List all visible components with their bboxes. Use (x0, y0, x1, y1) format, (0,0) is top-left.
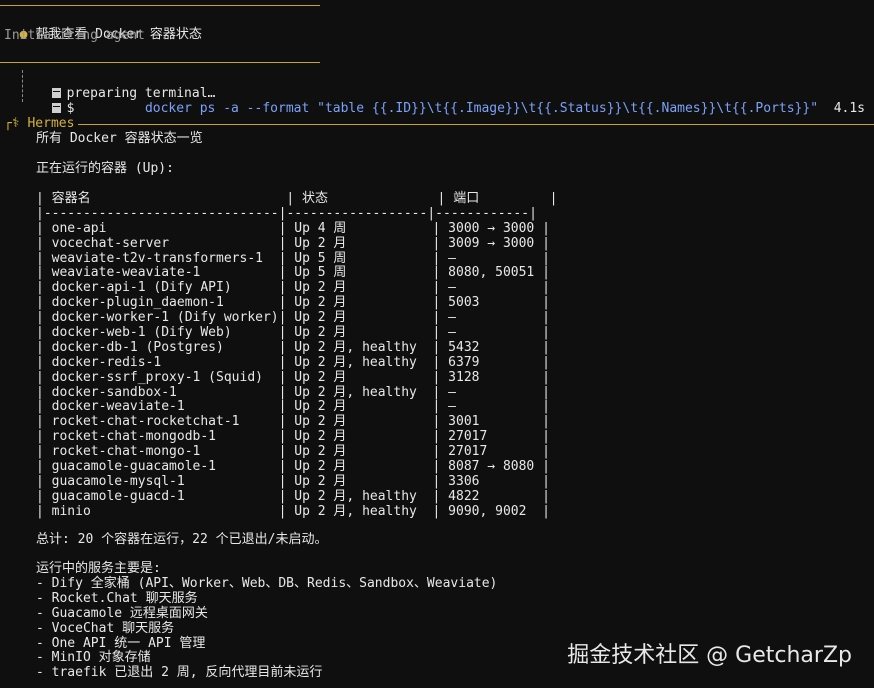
list-item: - One API 统一 API 管理 (36, 635, 206, 651)
list-item: - Dify 全家桶 (API、Worker、Web、DB、Redis、Sand… (36, 576, 498, 591)
hermes-top-border (5, 124, 874, 125)
table-row: | minio | Up 2 月, healthy | 9090, 9002 | (36, 503, 550, 519)
table-row: | docker-db-1 (Postgres) | Up 2 月, healt… (36, 339, 550, 355)
table-row: | rocket-chat-rocketchat-1 | Up 2 月 | 30… (36, 414, 550, 430)
table-row: | docker-plugin_daemon-1 | Up 2 月 | 5003… (36, 295, 550, 311)
table-row: | rocket-chat-mongo-1 | Up 2 月 | 27017 | (36, 444, 550, 460)
table-row: | docker-api-1 (Dify API) | Up 2 月 | — | (36, 280, 550, 296)
command-text: docker ps -a --format "table {{.ID}}\t{{… (144, 100, 819, 116)
table-row: | docker-sandbox-1 | Up 2 月, healthy | —… (36, 384, 550, 400)
running-heading: 正在运行的容器 (Up): (36, 161, 174, 176)
table-row: | guacamole-guacd-1 | Up 2 月, healthy | … (36, 488, 550, 504)
response-title: 所有 Docker 容器状态一览 (36, 131, 203, 146)
table-row: | vocechat-server | Up 2 月 | 3009 → 3000… (36, 235, 550, 251)
shell-prompt: $ (66, 100, 75, 116)
command-duration: 4.1s (833, 100, 865, 116)
table-row: | docker-redis-1 | Up 2 月, healthy | 637… (36, 354, 550, 370)
table-row: | docker-ssrf_proxy-1 (Squid) | Up 2 月 |… (36, 369, 550, 385)
mid-divider (0, 62, 320, 63)
table-row: | docker-web-1 (Dify Web) | Up 2 月 | — | (36, 325, 550, 341)
services-heading: 运行中的服务主要是: (36, 561, 161, 576)
services-list: - Dify 全家桶 (API、Worker、Web、DB、Redis、Sand… (36, 576, 498, 681)
hermes-title: ⚕ Hermes (11, 116, 75, 131)
table-separator: |------------------------------|--------… (36, 205, 537, 221)
terminal-icon (51, 102, 61, 113)
tool-line-command: $ docker ps -a --format "table {{.ID}}\t… (36, 87, 865, 117)
list-item: - Rocket.Chat 聊天服务 (36, 590, 198, 606)
list-item: - VoceChat 聊天服务 (36, 620, 175, 636)
watermark: 掘金技术社区 @ GetcharZp (567, 643, 852, 669)
table-row: | guacamole-mysql-1 | Up 2 月 | 3306 | (36, 473, 550, 489)
top-divider (0, 5, 320, 6)
table-row: | docker-worker-1 (Dify worker)| Up 2 月 … (36, 310, 550, 326)
agent-status: Initializing agent ... (4, 28, 177, 43)
table-row: | guacamole-guacamole-1 | Up 2 月 | 8087 … (36, 459, 550, 475)
table-row: | docker-weaviate-1 | Up 2 月 | — | (36, 399, 550, 415)
table-row: | one-api | Up 4 周 | 3000 → 3000 | (36, 220, 550, 236)
table-row: | weaviate-t2v-transformers-1 | Up 5 周 |… (36, 250, 550, 266)
list-item: - traefik 已退出 2 周, 反向代理目前未运行 (36, 665, 323, 681)
table-header: | 容器名 | 状态 | 端口 | (36, 191, 558, 206)
hermes-label: ┌⚕ Hermes (4, 116, 79, 132)
table-row: | rocket-chat-mongodb-1 | Up 2 月 | 27017… (36, 429, 550, 445)
container-table: | 容器名 | 状态 | 端口 | |---------------------… (36, 191, 558, 518)
summary-text: 总计: 20 个容器在运行，22 个已退出/未启动。 (36, 532, 328, 547)
list-item: - Guacamole 远程桌面网关 (36, 605, 208, 621)
tool-gutter (22, 70, 24, 102)
table-row: | weaviate-weaviate-1 | Up 5 周 | 8080, 5… (36, 265, 550, 281)
